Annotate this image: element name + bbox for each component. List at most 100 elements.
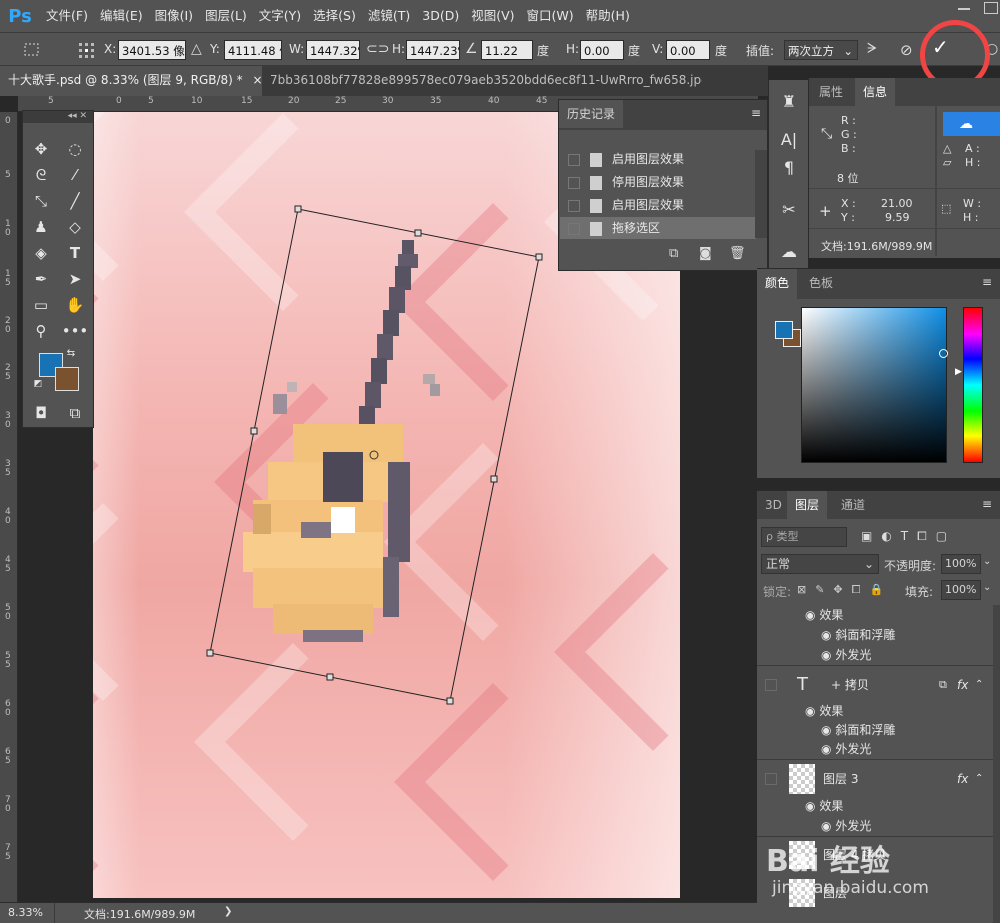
eye-icon[interactable]: ◉ [821, 742, 831, 756]
fill-field[interactable]: 100% [941, 580, 981, 600]
layers-scrollbar[interactable] [993, 605, 1000, 923]
fx-icon[interactable]: fx [957, 760, 968, 798]
layer-effects-row[interactable]: ◉ 效果 [757, 701, 993, 721]
panel-menu-icon[interactable]: ≡ [751, 106, 761, 120]
eye-icon[interactable]: ◉ [805, 608, 815, 622]
tab-3d[interactable]: 3D [757, 491, 790, 519]
lasso-tool-icon[interactable]: ᘓ [26, 163, 56, 187]
brush-tool-icon[interactable]: ╱ [60, 189, 90, 213]
menu-edit[interactable]: 编辑(E) [94, 0, 149, 32]
reference-point-icon[interactable] [76, 40, 96, 60]
layer-effects-row[interactable]: ◉ 效果 [757, 796, 993, 816]
layer-filter-icons[interactable]: ▣◐T⧠▢ [861, 529, 956, 544]
history-item[interactable]: 启用图层效果 [560, 194, 756, 216]
hand-tool-icon[interactable]: ✋ [60, 293, 90, 317]
hskew-field[interactable]: 0.00 [580, 40, 624, 60]
menu-help[interactable]: 帮助(H) [580, 0, 636, 32]
warp-icon[interactable]: ᗒ [867, 41, 877, 57]
cancel-transform-icon[interactable]: ⊘ [900, 41, 913, 59]
menu-filter[interactable]: 滤镜(T) [362, 0, 416, 32]
type-tool-icon[interactable]: T [60, 241, 90, 265]
transform-handle[interactable] [490, 475, 498, 483]
maximize-icon[interactable] [984, 2, 998, 14]
history-item[interactable]: 启用图层效果 [560, 148, 756, 170]
transform-handle[interactable] [326, 673, 334, 681]
layer-name[interactable]: 图层 3 [823, 760, 858, 798]
quick-mask-icon[interactable]: ◘ [26, 401, 56, 425]
marquee-tool-icon[interactable]: ◌ [60, 137, 90, 161]
tab-layers[interactable]: 图层 [787, 491, 828, 519]
interpolation-select[interactable]: 两次立方 ⌄ [784, 40, 858, 60]
transform-handle[interactable] [206, 649, 214, 657]
move-tool-icon[interactable]: ✥ [26, 137, 56, 161]
path-select-icon[interactable]: ➤ [60, 267, 90, 291]
tab-properties[interactable]: 属性 [811, 78, 851, 106]
visibility-checkbox[interactable] [765, 773, 777, 785]
tab-jpg[interactable]: 7bb36108bf77828e899578ec079aeb3520bdd6ec… [262, 66, 702, 96]
eye-icon[interactable]: ◉ [805, 704, 815, 718]
layer-effect-row[interactable]: ◉ 斜面和浮雕 [757, 720, 993, 740]
camera-icon[interactable]: ◙ [699, 246, 712, 261]
tools-preset-icon[interactable]: ✂ [777, 198, 801, 222]
w-field[interactable]: 1447.32% [306, 40, 360, 60]
history-item[interactable]: 停用图层效果 [560, 171, 756, 193]
menu-layer[interactable]: 图层(L) [199, 0, 253, 32]
tools-panel-header[interactable]: ◂◂ ✕ [23, 111, 93, 123]
zoom-tool-icon[interactable]: ⚲ [26, 319, 56, 343]
transform-handle[interactable] [250, 427, 258, 435]
tab-color[interactable]: 颜色 [757, 269, 798, 299]
pen-tool-icon[interactable]: ✒ [26, 267, 56, 291]
zoom-level[interactable]: 8.33% [8, 906, 43, 919]
tab-swatches[interactable]: 色板 [801, 269, 841, 299]
eraser-tool-icon[interactable]: ◇ [60, 215, 90, 239]
layer-filter-select[interactable]: ρ 类型 [761, 527, 847, 547]
opacity-field[interactable]: 100% [941, 554, 981, 574]
minimize-icon[interactable] [958, 8, 970, 10]
swap-colors-icon[interactable]: ⇆ [63, 347, 79, 361]
menu-file[interactable]: 文件(F) [40, 0, 94, 32]
history-checkbox[interactable] [568, 199, 580, 212]
layer-effect-row[interactable]: ◉ 斜面和浮雕 [757, 625, 993, 645]
chevron-up-icon[interactable]: ⌃ [975, 666, 983, 704]
eye-icon[interactable]: ◉ [821, 723, 831, 737]
menu-view[interactable]: 视图(V) [465, 0, 520, 32]
tab-info[interactable]: 信息 [855, 78, 896, 106]
eye-icon[interactable]: ◉ [821, 819, 831, 833]
transform-handle[interactable] [294, 205, 302, 213]
layer-effect-row[interactable]: ◉ 外发光 [757, 645, 993, 665]
color-fg-swatch[interactable] [775, 321, 793, 339]
y-field[interactable]: 4111.48 像 [224, 40, 282, 60]
panel-menu-icon[interactable]: ≡ [982, 497, 992, 511]
tab-channels[interactable]: 通道 [833, 491, 873, 519]
eye-icon[interactable]: ◉ [821, 628, 831, 642]
layer-effects-row[interactable]: ◉ 效果 [757, 605, 993, 625]
background-color-swatch[interactable] [55, 367, 79, 391]
history-scrollbar[interactable] [755, 150, 767, 238]
hue-slider-handle[interactable]: ▶ [955, 367, 962, 377]
layer-row-pixel[interactable]: 图层 3 fx ⌃ [757, 760, 993, 798]
angle-field[interactable]: 11.22 [481, 40, 533, 60]
menu-select[interactable]: 选择(S) [307, 0, 362, 32]
more-tools-icon[interactable]: ••• [60, 319, 90, 343]
trash-icon[interactable]: 🗑 [729, 246, 746, 261]
menu-type[interactable]: 文字(Y) [253, 0, 307, 32]
eye-icon[interactable]: ◉ [805, 799, 815, 813]
status-menu-arrow[interactable]: ❯ [224, 906, 232, 917]
vskew-field[interactable]: 0.00 [666, 40, 710, 60]
color-field[interactable] [801, 307, 947, 463]
cloud-panel-icon[interactable]: ☁ [777, 240, 801, 264]
chevron-up-icon[interactable]: ⌃ [975, 760, 983, 798]
transform-handle[interactable] [535, 253, 543, 261]
transform-handle[interactable] [446, 697, 454, 705]
screen-mode-icon[interactable]: ⧉ [60, 401, 90, 425]
hue-slider[interactable] [963, 307, 983, 463]
visibility-checkbox[interactable] [765, 679, 777, 691]
color-picker-handle[interactable] [939, 349, 948, 358]
eye-icon[interactable]: ◉ [821, 648, 831, 662]
fx-icon[interactable]: fx [957, 666, 968, 704]
layer-row-text[interactable]: T + 拷贝 ⧉ fx ⌃ [757, 666, 993, 704]
character-panel-icon[interactable]: A| [777, 128, 801, 152]
h-field[interactable]: 1447.23% [406, 40, 460, 60]
transform-marquee-icon[interactable] [22, 40, 42, 60]
blend-mode-select[interactable]: 正常 ⌄ [761, 554, 879, 574]
